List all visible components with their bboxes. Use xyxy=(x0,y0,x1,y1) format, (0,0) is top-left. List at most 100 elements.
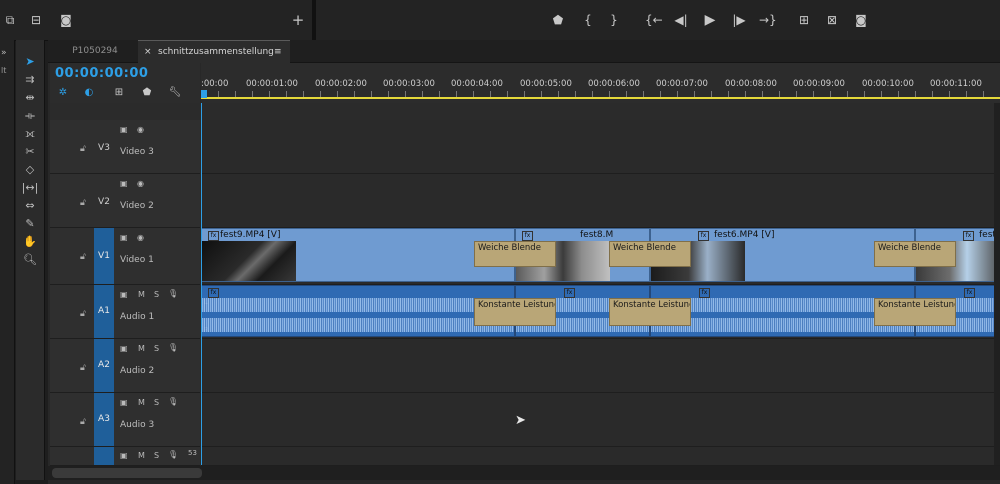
lock-icon[interactable]: 🔓︎ xyxy=(80,144,86,154)
toggle-sync-lock-icon[interactable]: ▣ xyxy=(120,233,128,242)
slide-alt-tool-icon[interactable]: ⇔ xyxy=(20,198,40,214)
track-lane-v2[interactable] xyxy=(201,174,1000,228)
track-header-a1[interactable]: ▣ M S 🎙︎ 🔓︎ A1 Audio 1 xyxy=(50,285,200,339)
fx-badge-icon[interactable]: fx xyxy=(699,288,710,298)
lock-icon[interactable]: 🔓︎ xyxy=(80,309,86,319)
audio-transition[interactable]: Konstante Leistung xyxy=(609,298,691,326)
toggle-sync-lock-icon[interactable]: ▣ xyxy=(120,398,128,407)
track-id[interactable]: V3 xyxy=(94,143,114,153)
track-header-v3[interactable]: ▣ ◉ 🔓︎ V3 Video 3 xyxy=(50,120,200,174)
go-to-out-icon[interactable]: →} xyxy=(759,12,777,28)
mute-button[interactable]: M xyxy=(138,398,145,407)
audio-transition[interactable]: Konstante Leistung xyxy=(874,298,956,326)
tab-menu-icon[interactable]: ≡ xyxy=(274,41,282,63)
add-marker-icon[interactable]: ⬟ xyxy=(140,87,154,99)
time-ruler[interactable]: :00:00 00:00:01:00 00:00:02:00 00:00:03:… xyxy=(201,63,1000,103)
linked-selection-icon[interactable]: ⊞ xyxy=(112,87,126,99)
track-header-v1[interactable]: ▣ ◉ 🔓︎ V1 Video 1 xyxy=(50,228,200,285)
microphone-icon[interactable]: 🎙︎ xyxy=(168,450,178,459)
ripple-edit-tool-icon[interactable]: ⇹ xyxy=(20,90,40,106)
solo-button[interactable]: S xyxy=(154,398,159,407)
track-lane-a1[interactable]: fx L R fx fx fx Konstante Leistung Konst… xyxy=(201,285,1000,339)
step-back-icon[interactable]: ◀| xyxy=(673,12,689,28)
track-header-partial[interactable]: ▣ M S 🎙︎ 53 xyxy=(50,447,200,466)
mute-button[interactable]: M xyxy=(138,344,145,353)
track-id[interactable]: A2 xyxy=(94,339,114,392)
track-lane-a3[interactable]: ➤ xyxy=(201,393,1000,447)
video-transition[interactable]: Weiche Blende xyxy=(874,241,956,267)
rate-stretch-tool-icon[interactable]: ⟗ xyxy=(20,126,40,142)
track-id-partial[interactable] xyxy=(94,447,114,465)
overwrite-program-icon[interactable]: ⊠ xyxy=(824,12,840,28)
tab-close-icon[interactable]: × xyxy=(144,41,152,63)
microphone-icon[interactable]: 🎙︎ xyxy=(168,397,178,406)
playhead-timecode[interactable]: 00:00:00:00 xyxy=(55,66,148,81)
snap-icon[interactable]: ◐ xyxy=(82,87,96,99)
fx-badge-icon[interactable]: fx xyxy=(564,288,575,298)
tab-schnittzusammenstellung[interactable]: × schnittzusammenstellung ≡ xyxy=(138,40,290,63)
panel-divider[interactable] xyxy=(312,0,316,40)
solo-button[interactable]: S xyxy=(154,290,159,299)
hand-tool-icon[interactable]: ✋ xyxy=(20,234,40,250)
track-lane-v1[interactable]: fx fest9.MP4 [V] fx fest8.M fx fest6.MP4… xyxy=(201,228,1000,285)
solo-button[interactable]: S xyxy=(154,344,159,353)
mute-button[interactable]: M xyxy=(138,290,145,299)
track-select-tool-icon[interactable]: ⇉ xyxy=(20,72,40,88)
toggle-output-eye-icon[interactable]: ◉ xyxy=(137,233,144,242)
fx-badge-icon[interactable]: fx xyxy=(964,288,975,298)
zoom-tool-icon[interactable]: 🔍︎ xyxy=(20,252,40,268)
track-lane-v3[interactable] xyxy=(201,120,1000,174)
go-to-in-icon[interactable]: {← xyxy=(645,12,663,28)
scrollbar-thumb[interactable] xyxy=(52,468,202,478)
audio-clip[interactable]: fx L R xyxy=(201,285,515,337)
microphone-icon[interactable]: 🎙︎ xyxy=(168,343,178,352)
track-header-v2[interactable]: ▣ ◉ 🔓︎ V2 Video 2 xyxy=(50,174,200,228)
rolling-edit-tool-icon[interactable]: ⟛ xyxy=(20,108,40,124)
export-frame-icon[interactable]: ⧉ xyxy=(2,12,18,28)
razor-tool-icon[interactable]: ✂ xyxy=(20,144,40,160)
solo-button[interactable]: S xyxy=(154,451,159,460)
work-area-bar[interactable] xyxy=(201,97,1000,99)
fx-badge-icon[interactable]: fx xyxy=(698,231,709,241)
video-transition[interactable]: Weiche Blende xyxy=(609,241,691,267)
slip-tool-icon[interactable]: ◇ xyxy=(20,162,40,178)
video-transition[interactable]: Weiche Blende xyxy=(474,241,556,267)
horizontal-scrollbar[interactable] xyxy=(48,466,1000,480)
toggle-output-eye-icon[interactable]: ◉ xyxy=(137,125,144,134)
track-id[interactable]: V2 xyxy=(94,197,114,207)
lock-icon[interactable]: 🔓︎ xyxy=(80,363,86,373)
mute-button[interactable]: M xyxy=(138,451,145,460)
track-lane-a2[interactable] xyxy=(201,339,1000,393)
step-forward-icon[interactable]: |▶ xyxy=(731,12,747,28)
fx-badge-icon[interactable]: fx xyxy=(963,231,974,241)
toggle-sync-lock-icon[interactable]: ▣ xyxy=(120,179,128,188)
lock-icon[interactable]: 🔓︎ xyxy=(80,417,86,427)
audio-transition[interactable]: Konstante Leistung xyxy=(474,298,556,326)
play-icon[interactable]: ▶ xyxy=(702,12,718,28)
track-lane-partial[interactable] xyxy=(201,447,1000,466)
track-id[interactable]: A1 xyxy=(94,285,114,338)
lock-icon[interactable]: 🔓︎ xyxy=(80,198,86,208)
overwrite-icon[interactable]: ⊟ xyxy=(28,12,44,28)
insert-icon[interactable]: ⊞ xyxy=(796,12,812,28)
mark-out-icon[interactable]: } xyxy=(606,12,622,28)
expand-panel-icon[interactable]: » xyxy=(1,48,7,58)
nest-icon[interactable]: ✲ xyxy=(56,87,70,99)
video-clip-fest9[interactable]: fx fest9.MP4 [V] xyxy=(201,228,515,282)
wrench-icon[interactable]: 🔧︎ xyxy=(168,87,182,99)
mark-in-icon[interactable]: { xyxy=(580,12,596,28)
export-frame-program-icon[interactable]: ◙ xyxy=(853,12,869,28)
pen-tool-icon[interactable]: ✎ xyxy=(20,216,40,232)
track-id[interactable]: A3 xyxy=(94,393,114,446)
add-button-icon[interactable]: + xyxy=(290,12,306,28)
fx-badge-icon[interactable]: fx xyxy=(208,231,219,241)
selection-tool-icon[interactable]: ➤ xyxy=(20,54,40,70)
track-header-a2[interactable]: ▣ M S 🎙︎ 🔓︎ A2 Audio 2 xyxy=(50,339,200,393)
marker-icon[interactable]: ⬟ xyxy=(550,12,566,28)
lock-icon[interactable]: 🔓︎ xyxy=(80,252,86,262)
fx-badge-icon[interactable]: fx xyxy=(522,231,533,241)
vertical-scrollbar[interactable] xyxy=(994,103,1000,465)
track-id[interactable]: V1 xyxy=(94,228,114,284)
toggle-sync-lock-icon[interactable]: ▣ xyxy=(120,344,128,353)
camera-icon[interactable]: ◙ xyxy=(58,12,74,28)
